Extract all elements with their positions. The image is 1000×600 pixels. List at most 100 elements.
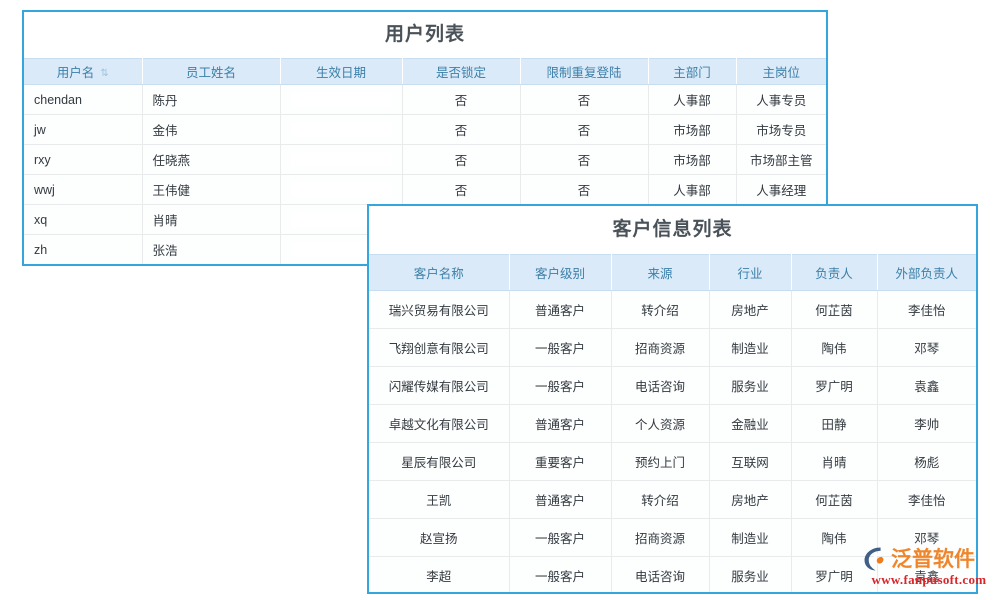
cell-external-owner: 李佳怡 — [877, 290, 976, 329]
cell-limit-repeat-login: 否 — [520, 174, 649, 205]
cell-limit-repeat-login: 否 — [520, 114, 649, 145]
column-header-locked[interactable]: 是否锁定 — [402, 58, 521, 85]
cell-limit-repeat-login: 否 — [520, 144, 649, 175]
cell-external-owner: 袁鑫 — [877, 556, 976, 592]
table-row[interactable]: jw 金伟 否 否 市场部 市场专员 — [24, 114, 826, 145]
cell-username: xq — [24, 204, 143, 235]
cell-owner[interactable]: 田静 — [791, 404, 878, 443]
cell-username: chendan — [24, 84, 143, 115]
cell-industry: 互联网 — [709, 442, 792, 481]
cell-customer-level: 普通客户 — [509, 404, 612, 443]
cell-employee-name: 王伟健 — [142, 174, 281, 205]
cell-effective-date[interactable] — [280, 144, 403, 175]
cell-industry: 制造业 — [709, 518, 792, 557]
table-row[interactable]: chendan 陈丹 否 否 人事部 人事专员 — [24, 84, 826, 115]
table-row[interactable]: 王凯 普通客户 转介绍 房地产 何芷茵 李佳怡 — [369, 480, 976, 519]
cell-source: 电话咨询 — [611, 366, 710, 405]
cell-external-owner: 邓琴 — [877, 518, 976, 557]
customer-list-body: 瑞兴贸易有限公司 普通客户 转介绍 房地产 何芷茵 李佳怡 飞翔创意有限公司 一… — [369, 290, 976, 592]
column-header-customer-level[interactable]: 客户级别 — [509, 254, 612, 291]
cell-source: 招商资源 — [611, 328, 710, 367]
cell-main-post: 市场专员 — [736, 114, 826, 145]
screenshot-stage: 用户列表 用户名 ⇅ 员工姓名 生效日期 是否锁定 限制重复登陆 主部门 主岗位… — [0, 0, 1000, 600]
table-row[interactable]: 闪耀传媒有限公司 一般客户 电话咨询 服务业 罗广明 袁鑫 — [369, 366, 976, 405]
cell-employee-name: 肖晴 — [142, 204, 281, 235]
cell-source: 个人资源 — [611, 404, 710, 443]
cell-owner[interactable]: 何芷茵 — [791, 480, 878, 519]
effective-date-field[interactable] — [290, 122, 392, 137]
cell-external-owner: 袁鑫 — [877, 366, 976, 405]
column-header-main-post[interactable]: 主岗位 — [736, 58, 826, 85]
column-header-owner[interactable]: 负责人 — [791, 254, 878, 291]
cell-external-owner: 邓琴 — [877, 328, 976, 367]
cell-main-post: 人事经理 — [736, 174, 826, 205]
cell-effective-date[interactable] — [280, 174, 403, 205]
table-row[interactable]: 卓越文化有限公司 普通客户 个人资源 金融业 田静 李帅 — [369, 404, 976, 443]
column-header-effective-date[interactable]: 生效日期 — [280, 58, 403, 85]
cell-main-post: 市场部主管 — [736, 144, 826, 175]
cell-employee-name: 金伟 — [142, 114, 281, 145]
cell-locked: 否 — [402, 84, 521, 115]
cell-owner[interactable]: 何芷茵 — [791, 290, 878, 329]
cell-customer-name: 李超 — [369, 556, 510, 592]
column-header-external-owner[interactable]: 外部负责人 — [877, 254, 976, 291]
cell-owner[interactable]: 罗广明 — [791, 366, 878, 405]
column-header-limit-repeat-login[interactable]: 限制重复登陆 — [520, 58, 649, 85]
cell-owner[interactable]: 陶伟 — [791, 518, 878, 557]
cell-employee-name: 张浩 — [142, 234, 281, 264]
cell-owner[interactable]: 罗广明 — [791, 556, 878, 592]
cell-customer-name: 卓越文化有限公司 — [369, 404, 510, 443]
column-header-employee-name[interactable]: 员工姓名 — [142, 58, 281, 85]
effective-date-field[interactable] — [290, 92, 392, 107]
cell-industry: 房地产 — [709, 290, 792, 329]
table-row[interactable]: 李超 一般客户 电话咨询 服务业 罗广明 袁鑫 — [369, 556, 976, 592]
cell-customer-name: 星辰有限公司 — [369, 442, 510, 481]
cell-customer-name: 瑞兴贸易有限公司 — [369, 290, 510, 329]
cell-customer-name: 闪耀传媒有限公司 — [369, 366, 510, 405]
cell-main-department: 人事部 — [648, 84, 737, 115]
user-list-header: 用户名 ⇅ 员工姓名 生效日期 是否锁定 限制重复登陆 主部门 主岗位 — [24, 58, 826, 85]
cell-limit-repeat-login: 否 — [520, 84, 649, 115]
cell-username: zh — [24, 234, 143, 264]
table-row[interactable]: 瑞兴贸易有限公司 普通客户 转介绍 房地产 何芷茵 李佳怡 — [369, 290, 976, 329]
cell-customer-level: 一般客户 — [509, 556, 612, 592]
cell-customer-level: 普通客户 — [509, 480, 612, 519]
effective-date-field[interactable] — [290, 152, 392, 167]
cell-username: wwj — [24, 174, 143, 205]
column-header-industry[interactable]: 行业 — [709, 254, 792, 291]
cell-effective-date[interactable] — [280, 114, 403, 145]
cell-customer-name: 王凯 — [369, 480, 510, 519]
table-row[interactable]: 飞翔创意有限公司 一般客户 招商资源 制造业 陶伟 邓琴 — [369, 328, 976, 367]
cell-industry: 金融业 — [709, 404, 792, 443]
table-row[interactable]: 星辰有限公司 重要客户 预约上门 互联网 肖晴 杨彪 — [369, 442, 976, 481]
table-row[interactable]: rxy 任晓燕 否 否 市场部 市场部主管 — [24, 144, 826, 175]
cell-industry: 服务业 — [709, 556, 792, 592]
cell-customer-level: 普通客户 — [509, 290, 612, 329]
cell-main-post: 人事专员 — [736, 84, 826, 115]
cell-customer-level: 一般客户 — [509, 518, 612, 557]
cell-main-department: 市场部 — [648, 114, 737, 145]
cell-industry: 服务业 — [709, 366, 792, 405]
cell-main-department: 市场部 — [648, 144, 737, 175]
cell-employee-name: 任晓燕 — [142, 144, 281, 175]
cell-main-department: 人事部 — [648, 174, 737, 205]
cell-external-owner: 杨彪 — [877, 442, 976, 481]
cell-effective-date[interactable] — [280, 84, 403, 115]
cell-owner[interactable]: 陶伟 — [791, 328, 878, 367]
cell-customer-name: 赵宣扬 — [369, 518, 510, 557]
column-header-username[interactable]: 用户名 ⇅ — [24, 58, 143, 85]
customer-list-title: 客户信息列表 — [369, 206, 976, 254]
cell-industry: 房地产 — [709, 480, 792, 519]
cell-owner[interactable]: 肖晴 — [791, 442, 878, 481]
column-header-customer-name[interactable]: 客户名称 — [369, 254, 510, 291]
column-header-main-department[interactable]: 主部门 — [648, 58, 737, 85]
sort-indicator-icon[interactable]: ⇅ — [100, 68, 108, 79]
cell-employee-name: 陈丹 — [142, 84, 281, 115]
column-header-source[interactable]: 来源 — [611, 254, 710, 291]
customer-list-header-row: 客户名称 客户级别 来源 行业 负责人 外部负责人 — [369, 254, 976, 291]
table-row[interactable]: wwj 王伟健 否 否 人事部 人事经理 — [24, 174, 826, 205]
table-row[interactable]: 赵宣扬 一般客户 招商资源 制造业 陶伟 邓琴 — [369, 518, 976, 557]
cell-username: jw — [24, 114, 143, 145]
cell-external-owner: 李佳怡 — [877, 480, 976, 519]
effective-date-field[interactable] — [290, 182, 392, 197]
